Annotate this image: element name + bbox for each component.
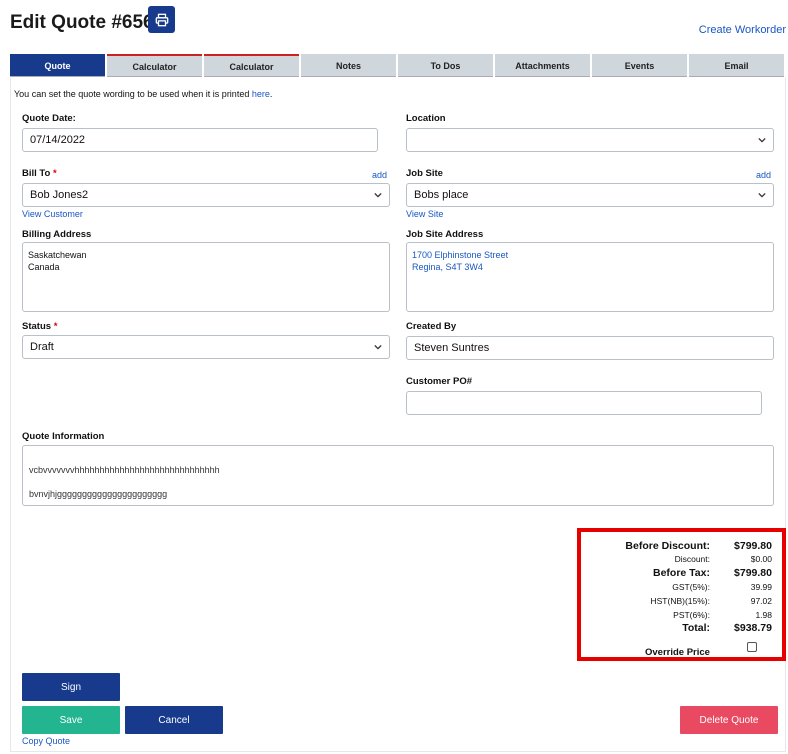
override-price-label: Override Price [645, 647, 710, 658]
status-select[interactable]: Draft [22, 335, 390, 359]
required-mark: * [53, 321, 58, 332]
chevron-down-icon [758, 192, 766, 198]
info-text: You can set the quote wording to be used… [14, 89, 273, 99]
save-button[interactable]: Save [22, 706, 120, 734]
edit-quote-page: Edit Quote #656 Create Workorder Quote C… [0, 0, 788, 754]
bill-to-select[interactable]: Bob Jones2 [22, 183, 390, 207]
total-row: Total: $938.79 [682, 622, 772, 634]
tab-attachments[interactable]: Attachments [495, 54, 590, 77]
before-tax-row: Before Tax: $799.80 [653, 567, 772, 579]
job-site-address-field[interactable]: 1700 Elphinstone Street Regina, S4T 3W4 [406, 242, 774, 312]
chevron-down-icon [374, 192, 382, 198]
tab-email[interactable]: Email [689, 54, 784, 77]
add-site-link[interactable]: add [756, 170, 771, 180]
tab-notes[interactable]: Notes [301, 54, 396, 77]
view-site-link[interactable]: View Site [406, 209, 443, 219]
tab-calculator-1[interactable]: Calculator [107, 54, 202, 77]
customer-po-input[interactable] [406, 391, 762, 415]
print-button[interactable] [148, 6, 175, 33]
sign-button[interactable]: Sign [22, 673, 120, 701]
discount-row: Discount: $0.00 [674, 554, 772, 564]
page-title: Edit Quote #656 [10, 12, 154, 33]
tab-calculator-2[interactable]: Calculator [204, 54, 299, 77]
quote-date-label: Quote Date: [22, 113, 76, 124]
quote-information-label: Quote Information [22, 431, 105, 442]
location-label: Location [406, 113, 446, 124]
info-here-link[interactable]: here [252, 89, 270, 99]
tab-events[interactable]: Events [592, 54, 687, 77]
location-select[interactable] [406, 128, 774, 152]
pst-row: PST(6%): 1.98 [673, 610, 772, 620]
create-workorder-link[interactable]: Create Workorder [699, 24, 786, 36]
before-discount-row: Before Discount: $799.80 [625, 540, 772, 552]
required-mark: * [52, 168, 57, 179]
delete-quote-button[interactable]: Delete Quote [680, 706, 778, 734]
job-site-label: Job Site [406, 168, 443, 179]
customer-po-label: Customer PO# [406, 376, 472, 387]
printer-icon [155, 13, 168, 26]
tab-todos[interactable]: To Dos [398, 54, 493, 77]
job-site-address-label: Job Site Address [406, 229, 484, 240]
tab-quote[interactable]: Quote [10, 54, 105, 77]
chevron-down-icon [758, 137, 766, 143]
cancel-button[interactable]: Cancel [125, 706, 223, 734]
quote-information-field[interactable]: vcbvvvvvvvhhhhhhhhhhhhhhhhhhhhhhhhhhhhh … [22, 445, 774, 506]
view-customer-link[interactable]: View Customer [22, 209, 83, 219]
gst-row: GST(5%): 39.99 [672, 582, 772, 592]
billing-address-field[interactable]: Saskatchewan Canada [22, 242, 390, 312]
created-by-label: Created By [406, 321, 457, 332]
override-price-checkbox[interactable] [747, 642, 757, 652]
chevron-down-icon [374, 344, 382, 350]
totals-summary: Before Discount: $799.80 Discount: $0.00 B… [577, 528, 786, 661]
status-label: Status * [22, 321, 58, 332]
job-site-select[interactable]: Bobs place [406, 183, 774, 207]
quote-date-input[interactable]: 07/14/2022 [22, 128, 378, 152]
bill-to-label: Bill To * [22, 168, 57, 179]
copy-quote-link[interactable]: Copy Quote [22, 736, 70, 746]
hst-row: HST(NB)(15%): 97.02 [650, 596, 772, 606]
billing-address-label: Billing Address [22, 229, 92, 240]
add-customer-link[interactable]: add [372, 170, 387, 180]
tab-bar: Quote Calculator Calculator Notes To Dos… [10, 54, 784, 77]
created-by-input[interactable]: Steven Suntres [406, 336, 774, 360]
